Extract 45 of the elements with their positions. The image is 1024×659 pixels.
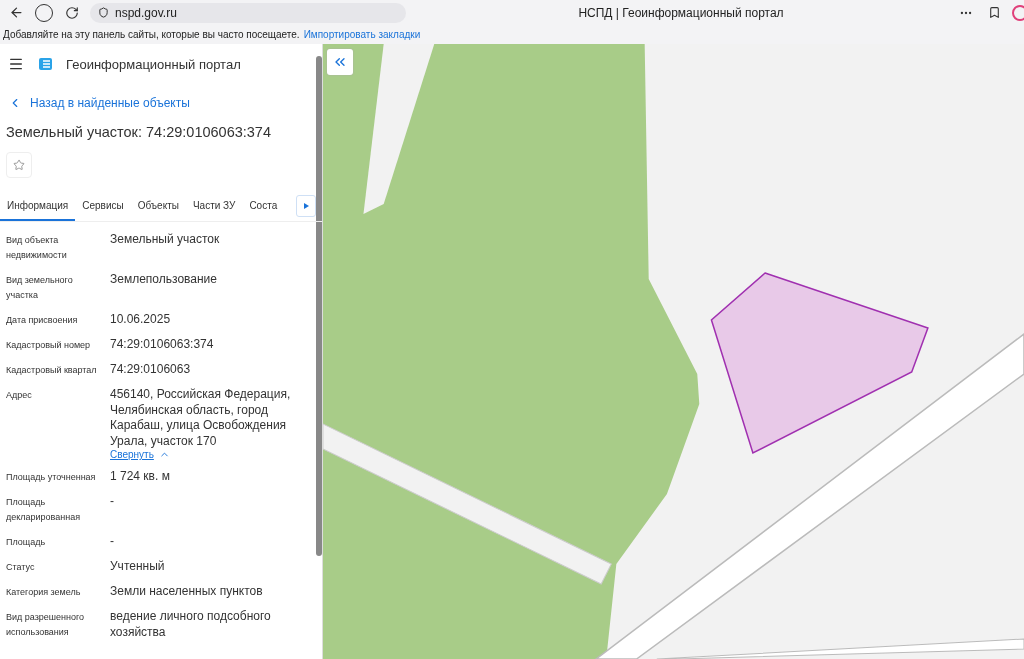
- field-value: Землепользование: [110, 272, 218, 288]
- tabs-scroll-button[interactable]: [296, 195, 316, 217]
- field-value: 10.06.2025: [110, 312, 172, 328]
- star-icon: [13, 158, 25, 172]
- field-label: Площадь декларированная: [6, 496, 82, 524]
- field-label: Категория земель: [6, 586, 82, 599]
- collapse-panel-button[interactable]: [327, 49, 353, 75]
- field-label: Кадастровый квартал: [6, 364, 98, 377]
- field-label: Кадастровый номер: [6, 339, 92, 352]
- field-label: Вид объекта недвижимости: [6, 234, 68, 262]
- tab[interactable]: Объекты: [130, 192, 186, 221]
- field-value: 456140, Российская Федерация, Челябинская область, город Карабаш, улица Освобождения Урала, участок 170: [110, 387, 292, 449]
- scrollbar[interactable]: [316, 56, 322, 556]
- field-label: Адрес: [6, 389, 33, 402]
- triangle-right-icon: [303, 203, 309, 209]
- field-value: 1 724 кв. м: [110, 469, 171, 485]
- field-value: ведение личного подсобного хозяйства: [110, 609, 272, 640]
- field-label: Статус: [6, 561, 36, 574]
- field-label: Вид разрешенного использования: [6, 611, 86, 639]
- shield-icon: [98, 7, 109, 18]
- address-bar[interactable]: nspd.gov.ru: [90, 2, 406, 23]
- field-label: Вид земельного участка: [6, 274, 74, 302]
- field-label: Площадь уточненная: [6, 471, 97, 484]
- import-bookmarks-link[interactable]: Импортировать закладки: [303, 29, 421, 40]
- field-label: Площадь: [6, 536, 47, 549]
- field-value: 74:29:0106063:374: [110, 337, 215, 353]
- collapse-link[interactable]: Свернуть: [110, 449, 170, 460]
- field-value: 74:29:0106063: [110, 362, 192, 378]
- page-title: НСПД | Геоинформационный портал: [577, 5, 785, 20]
- bookmarks-hint: Добавляйте на эту панель сайты, которые вы часто посещаете.: [3, 29, 300, 40]
- app-title: Геоинформационный портал: [66, 56, 241, 72]
- field-value: -: [110, 494, 115, 510]
- field-value: Земли населенных пунктов: [110, 584, 264, 600]
- field-value: Учтенный: [110, 559, 166, 575]
- field-value: Земельный участок: [110, 232, 221, 248]
- tab[interactable]: Информация: [0, 192, 76, 221]
- portal-logo-icon: [38, 56, 54, 72]
- tab[interactable]: Сервисы: [75, 192, 131, 221]
- tab[interactable]: Соста: [242, 192, 285, 221]
- tab[interactable]: Части ЗУ: [185, 192, 243, 221]
- object-heading: Земельный участок: 74:29:0106063:374: [6, 124, 272, 140]
- field-value: -: [110, 534, 115, 550]
- back-link[interactable]: Назад в найденные объекты: [0, 84, 198, 116]
- profile-avatar[interactable]: [1012, 4, 1024, 21]
- field-label: Дата присвоения: [6, 314, 79, 327]
